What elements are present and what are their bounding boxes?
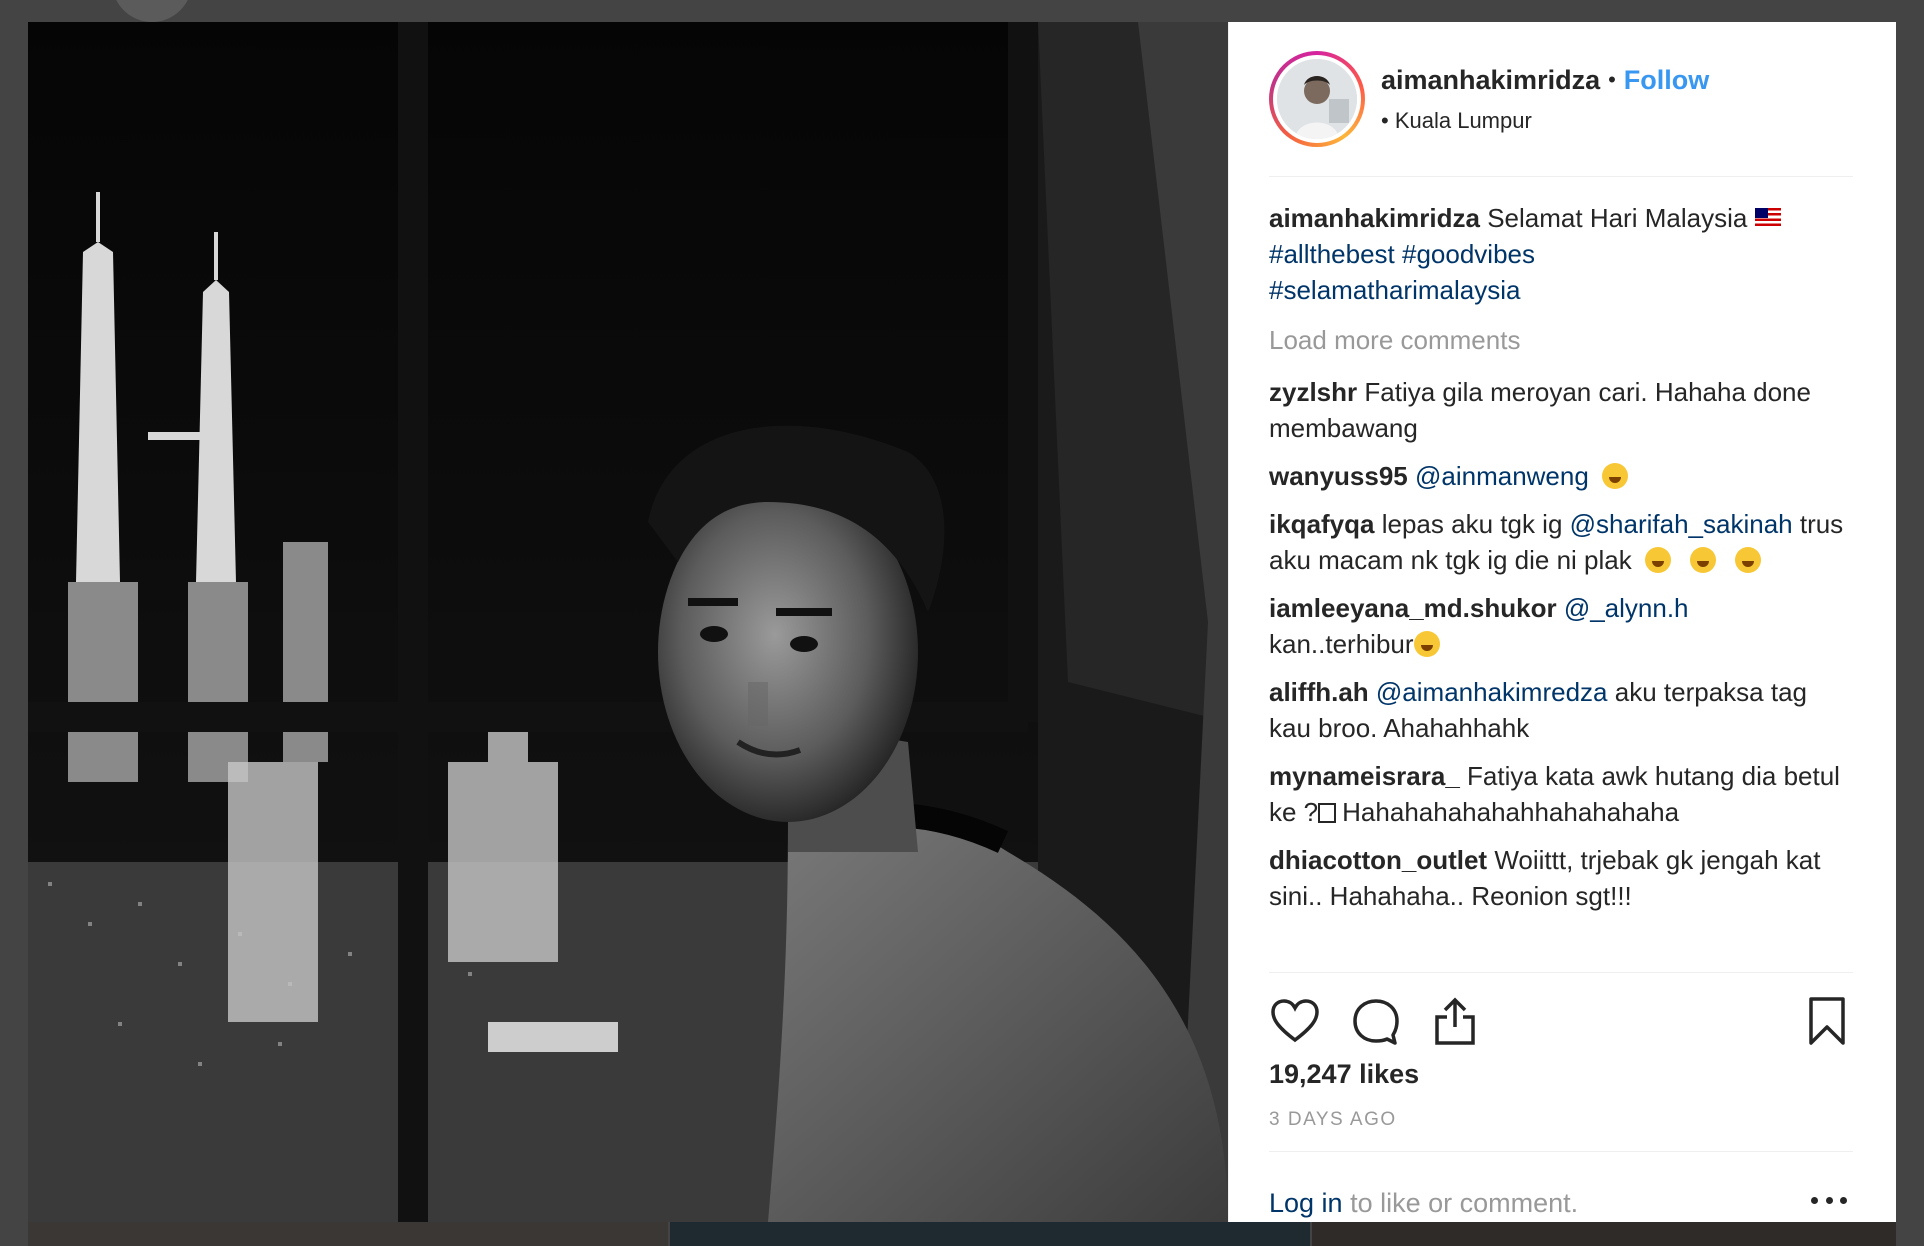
post-timestamp[interactable]: 3 DAYS AGO (1269, 1109, 1397, 1131)
login-prompt: Log in to like or comment. (1269, 1151, 1853, 1246)
post-header: aimanhakimridza • Follow Kuala Lumpur (1269, 22, 1853, 177)
avatar-image (1277, 59, 1357, 139)
more-options-icon[interactable] (1811, 1194, 1847, 1206)
comment-item: zyzlshr Fatiya gila meroyan cari. Hahaha… (1269, 374, 1849, 446)
comments-list[interactable]: aimanhakimridza Selamat Hari Malaysia #a… (1269, 200, 1849, 958)
follow-button[interactable]: Follow (1624, 65, 1709, 96)
mention-link[interactable]: @sharifah_sakinah (1570, 509, 1793, 539)
comment-username[interactable]: iamleeyana_md.shukor (1269, 593, 1557, 623)
comment-item: ikqafyqa lepas aku tgk ig @sharifah_saki… (1269, 506, 1849, 578)
bookmark-icon[interactable] (1801, 995, 1853, 1047)
caption-text: Selamat Hari Malaysia (1487, 203, 1748, 233)
heart-icon[interactable] (1269, 995, 1321, 1047)
comment-username[interactable]: zyzlshr (1269, 377, 1357, 407)
sweat-smile-emoji-icon (1644, 547, 1671, 573)
post-photo-image (28, 22, 1228, 1222)
caption: aimanhakimridza Selamat Hari Malaysia #a… (1269, 200, 1849, 308)
sweat-smile-emoji-icon (1735, 547, 1762, 573)
comment-item: iamleeyana_md.shukor @_alynn.h kan..terh… (1269, 590, 1849, 662)
background-grid-tile[interactable] (28, 1222, 668, 1246)
post-actions: 19,247 likes 3 DAYS AGO Log in to like o… (1269, 972, 1853, 1218)
post-photo[interactable] (28, 22, 1228, 1222)
comment-text: lepas aku tgk ig (1381, 509, 1563, 539)
malaysia-flag-icon (1754, 208, 1781, 226)
mention-link[interactable]: @aimanhakimredza (1376, 677, 1608, 707)
caption-username[interactable]: aimanhakimridza (1269, 203, 1480, 233)
comment-username[interactable]: mynameisrara_ (1269, 761, 1460, 791)
missing-glyph-icon (1318, 803, 1337, 823)
share-icon[interactable] (1429, 995, 1481, 1047)
comment-icon[interactable] (1349, 995, 1401, 1047)
comment-username[interactable]: ikqafyqa (1269, 509, 1375, 539)
hashtag-link[interactable]: #goodvibes (1402, 239, 1535, 269)
location-link[interactable]: Kuala Lumpur (1381, 108, 1709, 134)
post-modal: aimanhakimridza • Follow Kuala Lumpur ai… (28, 22, 1896, 1222)
hashtag-link[interactable]: #selamatharimalaysia (1269, 275, 1520, 305)
grinning-squint-emoji-icon (1413, 631, 1440, 657)
comment-text: Hahahahahahahhahahahaha (1342, 797, 1680, 827)
sweat-smile-emoji-icon (1690, 547, 1717, 573)
hashtag-link[interactable]: #allthebest (1269, 239, 1395, 269)
load-more-comments-button[interactable]: Load more comments (1269, 322, 1849, 358)
comment-text: kan..terhibur (1269, 629, 1414, 659)
comment-item: mynameisrara_ Fatiya kata awk hutang dia… (1269, 758, 1849, 830)
login-link[interactable]: Log in (1269, 1188, 1343, 1219)
comment-username[interactable]: wanyuss95 (1269, 461, 1408, 491)
background-grid-tile[interactable] (670, 1222, 1310, 1246)
separator-dot: • (1608, 67, 1616, 92)
header-username[interactable]: aimanhakimridza (1381, 65, 1600, 96)
post-sidebar: aimanhakimridza • Follow Kuala Lumpur ai… (1228, 22, 1896, 1222)
comment-username[interactable]: aliffh.ah (1269, 677, 1369, 707)
comment-item: wanyuss95 @ainmanweng (1269, 458, 1849, 494)
avatar[interactable] (1269, 51, 1365, 147)
comment-username[interactable]: dhiacotton_outlet (1269, 845, 1487, 875)
background-profile-fragment (112, 0, 192, 22)
mention-link[interactable]: @_alynn.h (1564, 593, 1689, 623)
comment-item: aliffh.ah @aimanhakimredza aku terpaksa … (1269, 674, 1849, 746)
login-prompt-text: to like or comment. (1342, 1188, 1579, 1218)
mention-link[interactable]: @ainmanweng (1415, 461, 1589, 491)
likes-count[interactable]: 19,247 likes (1269, 1059, 1419, 1090)
comment-item: dhiacotton_outlet Woiittt, trjebak gk je… (1269, 842, 1849, 914)
laughing-emoji-icon (1602, 463, 1629, 489)
